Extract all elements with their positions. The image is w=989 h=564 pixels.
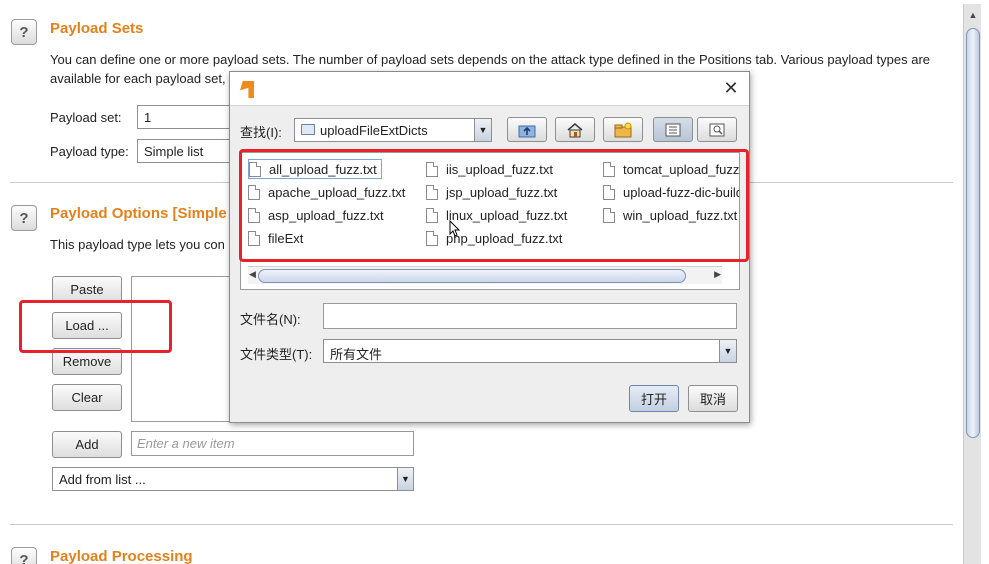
app-icon (240, 81, 254, 98)
details-view-button[interactable] (697, 117, 737, 142)
chevron-down-icon: ▼ (719, 340, 736, 362)
paste-button[interactable]: Paste (52, 276, 122, 303)
horizontal-scrollbar[interactable]: ◀ ▶ (248, 266, 722, 284)
payload-type-value: Simple list (144, 144, 204, 159)
scrollbar-thumb[interactable] (258, 269, 686, 283)
open-file-dialog: ✕ 查找(I): uploadFileExtDicts ▼ all_upload… (229, 71, 750, 423)
payload-sets-description-line2: available for each payload set, (50, 71, 226, 86)
scroll-right-icon[interactable]: ▶ (714, 269, 721, 280)
add-from-list-select[interactable]: Add from list ... ▼ (52, 467, 414, 491)
payload-set-label: Payload set: (50, 110, 122, 125)
chevron-down-icon: ▼ (397, 468, 413, 490)
payload-type-label: Payload type: (50, 144, 129, 159)
list-view-icon (665, 123, 681, 136)
up-folder-button[interactable] (507, 117, 547, 142)
payload-sets-description-line1: You can define one or more payload sets.… (50, 52, 931, 67)
add-button[interactable]: Add (52, 431, 122, 458)
section-divider (10, 524, 953, 525)
folder-icon (301, 124, 315, 135)
home-button[interactable] (555, 117, 595, 142)
new-folder-icon (614, 122, 632, 137)
filetype-label: 文件类型(T): (240, 347, 313, 362)
scroll-up-icon[interactable]: ▲ (966, 8, 980, 22)
payload-options-title: Payload Options [Simple l (50, 205, 236, 222)
filename-input[interactable] (323, 303, 737, 329)
up-folder-icon (518, 125, 536, 137)
clear-button[interactable]: Clear (52, 384, 122, 411)
filetype-select[interactable]: 所有文件 ▼ (323, 339, 737, 363)
load-button-highlight (19, 300, 172, 353)
scroll-left-icon[interactable]: ◀ (249, 269, 256, 280)
look-in-value: uploadFileExtDicts (320, 123, 428, 138)
chevron-down-icon: ▼ (474, 119, 491, 141)
details-view-icon (709, 123, 725, 136)
look-in-label: 查找(I): (240, 125, 282, 140)
file-list-highlight (239, 149, 749, 262)
payload-processing-title: Payload Processing (50, 548, 193, 564)
list-view-button[interactable] (653, 117, 693, 142)
help-button-payload-options[interactable]: ? (11, 205, 37, 231)
new-folder-button[interactable] (603, 117, 643, 142)
close-icon[interactable]: ✕ (721, 78, 741, 98)
filename-label: 文件名(N): (240, 312, 301, 327)
look-in-select[interactable]: uploadFileExtDicts ▼ (294, 118, 492, 142)
cancel-button[interactable]: 取消 (688, 385, 738, 412)
payload-options-description: This payload type lets you con (50, 237, 225, 252)
payload-set-value: 1 (144, 110, 152, 125)
open-button[interactable]: 打开 (629, 385, 679, 412)
dialog-title-bar: ✕ (230, 72, 749, 106)
add-from-list-label: Add from list ... (59, 472, 146, 487)
home-icon (567, 122, 583, 137)
help-button-payload-sets[interactable]: ? (11, 19, 37, 45)
scrollbar-thumb[interactable] (966, 28, 980, 438)
vertical-scrollbar[interactable]: ▲ (963, 4, 981, 564)
payload-sets-title: Payload Sets (50, 20, 144, 37)
mouse-cursor-icon (449, 220, 461, 237)
help-button-payload-processing[interactable]: ? (11, 547, 37, 564)
filetype-value: 所有文件 (330, 347, 383, 362)
new-item-input[interactable]: Enter a new item (131, 431, 414, 456)
